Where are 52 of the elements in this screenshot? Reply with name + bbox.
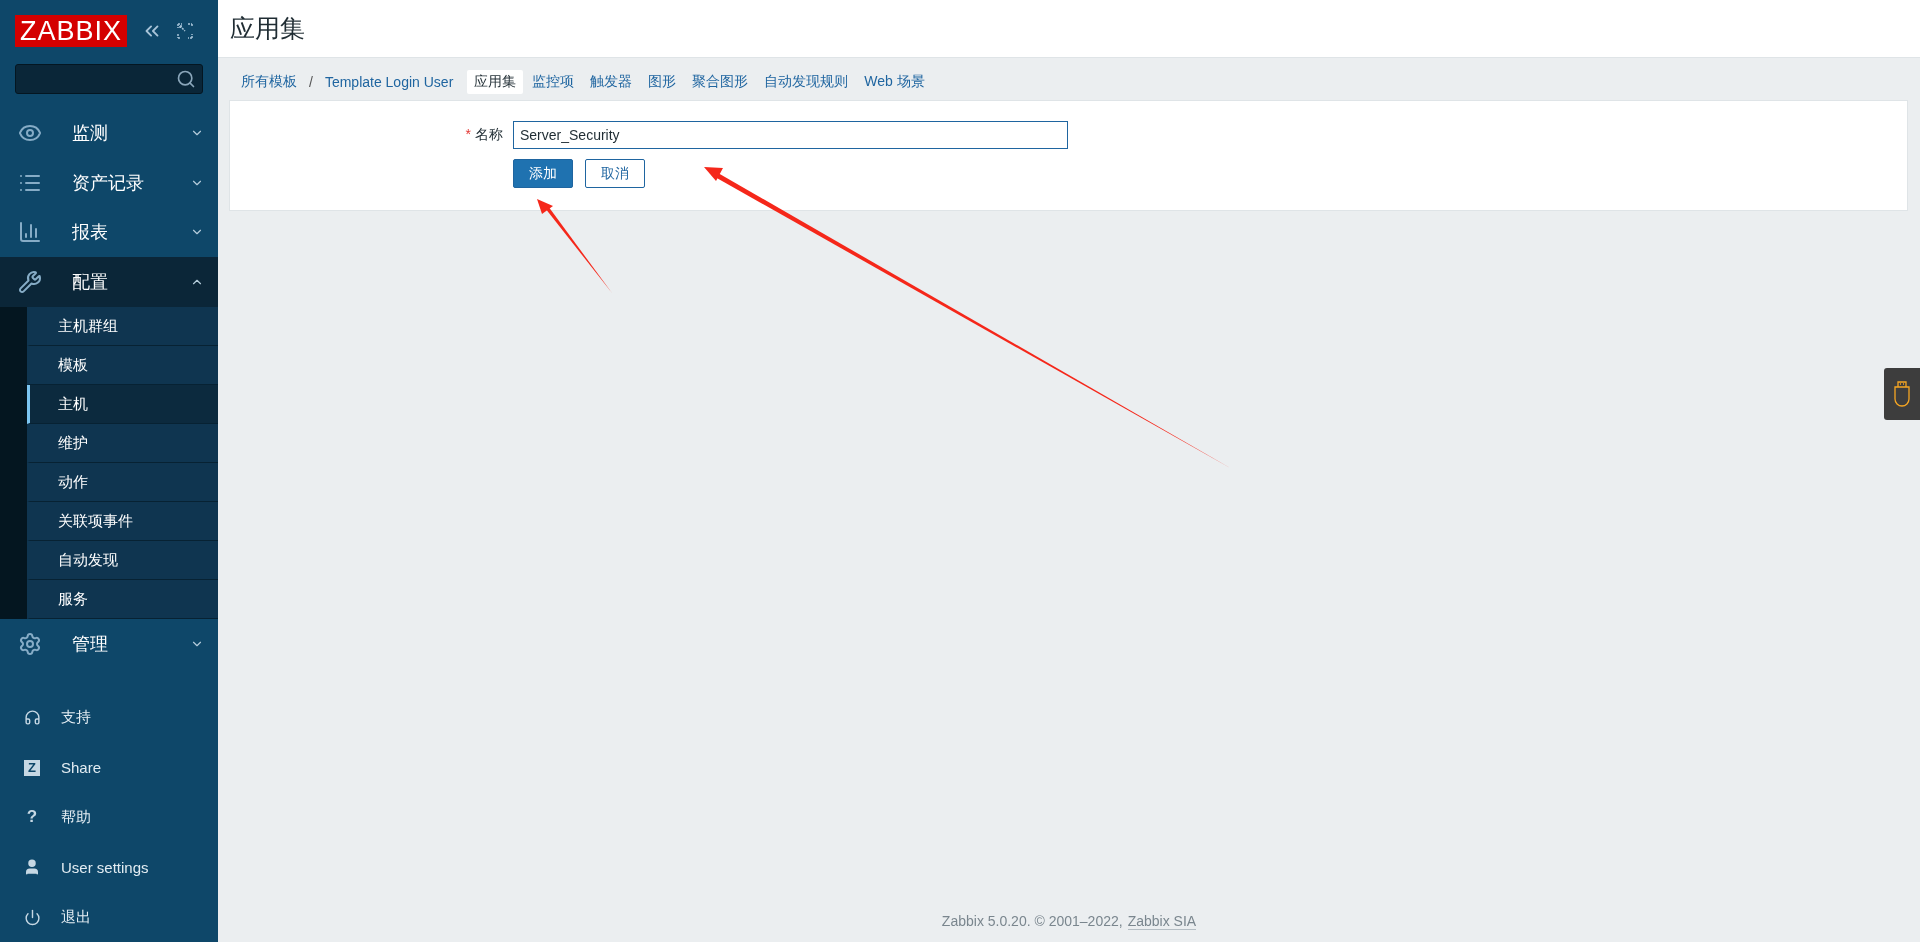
search-field[interactable] <box>15 64 203 94</box>
tab[interactable]: 应用集 <box>467 70 524 94</box>
power-icon <box>23 908 41 926</box>
breadcrumb-link[interactable]: 所有模板 <box>237 70 301 94</box>
sidebar-link[interactable]: User settings <box>0 842 218 893</box>
breadcrumb-link[interactable]: Template Login User <box>320 71 458 93</box>
submenu-item[interactable]: 主机群组 <box>27 307 218 347</box>
menu-section[interactable]: 管理 <box>0 619 218 669</box>
user-icon <box>23 858 41 877</box>
submenu-item[interactable]: 关联项事件 <box>27 502 218 542</box>
menu-section[interactable]: 监测 <box>0 107 218 158</box>
submenu-item[interactable]: 维护 <box>27 424 218 464</box>
submenu-item[interactable]: 模板 <box>27 346 218 386</box>
submenu-item[interactable]: 服务 <box>27 580 218 620</box>
side-widget[interactable] <box>1884 368 1920 420</box>
link-label: 支持 <box>61 708 91 728</box>
menu-section[interactable]: 报表 <box>0 207 218 258</box>
submenu-item[interactable]: 动作 <box>27 463 218 503</box>
cancel-button[interactable]: 取消 <box>585 159 645 188</box>
page-title: 应用集 <box>230 13 305 44</box>
tab[interactable]: 触发器 <box>583 70 640 94</box>
link-label: 退出 <box>61 907 91 927</box>
zabbix-logo[interactable]: ZABBIX <box>15 15 128 47</box>
field-label: * 名称 <box>464 126 503 144</box>
sidebar-link[interactable]: 支持 <box>0 692 218 743</box>
name-input-field[interactable]: Server_Security <box>513 121 1068 149</box>
headset-icon <box>23 709 41 727</box>
menu-section[interactable]: 配置 <box>0 257 218 308</box>
tab[interactable]: 聚合图形 <box>685 70 756 94</box>
tab[interactable]: 自动发现规则 <box>757 70 856 94</box>
sidebar-link[interactable]: ? 帮助 <box>0 792 218 843</box>
tab[interactable]: 图形 <box>641 70 684 94</box>
search-icon[interactable] <box>176 68 196 89</box>
help-icon: ? <box>24 809 40 826</box>
sidebar-link[interactable]: 退出 <box>0 892 218 942</box>
bar-chart-icon <box>18 220 42 245</box>
submenu-item[interactable]: 主机 <box>27 385 218 425</box>
add-button[interactable]: 添加 <box>513 159 573 188</box>
share-icon: Z <box>24 759 40 776</box>
submenu-item[interactable]: 自动发现 <box>27 541 218 581</box>
link-label: Share <box>61 759 102 777</box>
tab[interactable]: 监控项 <box>525 70 582 94</box>
link-label: User settings <box>61 858 149 876</box>
breadcrumb-separator: / <box>308 74 314 90</box>
wrench-icon <box>18 270 42 295</box>
tab[interactable]: Web 场景 <box>857 70 932 94</box>
usb-drive-icon <box>1893 381 1911 407</box>
settings-icon <box>18 632 42 657</box>
copyright-text: Zabbix 5.0.20. © 2001–2022, <box>941 913 1123 930</box>
link-label: 帮助 <box>61 807 91 827</box>
sidebar-link[interactable]: Z Share <box>0 742 218 793</box>
menu-section[interactable]: 资产记录 <box>0 157 218 208</box>
